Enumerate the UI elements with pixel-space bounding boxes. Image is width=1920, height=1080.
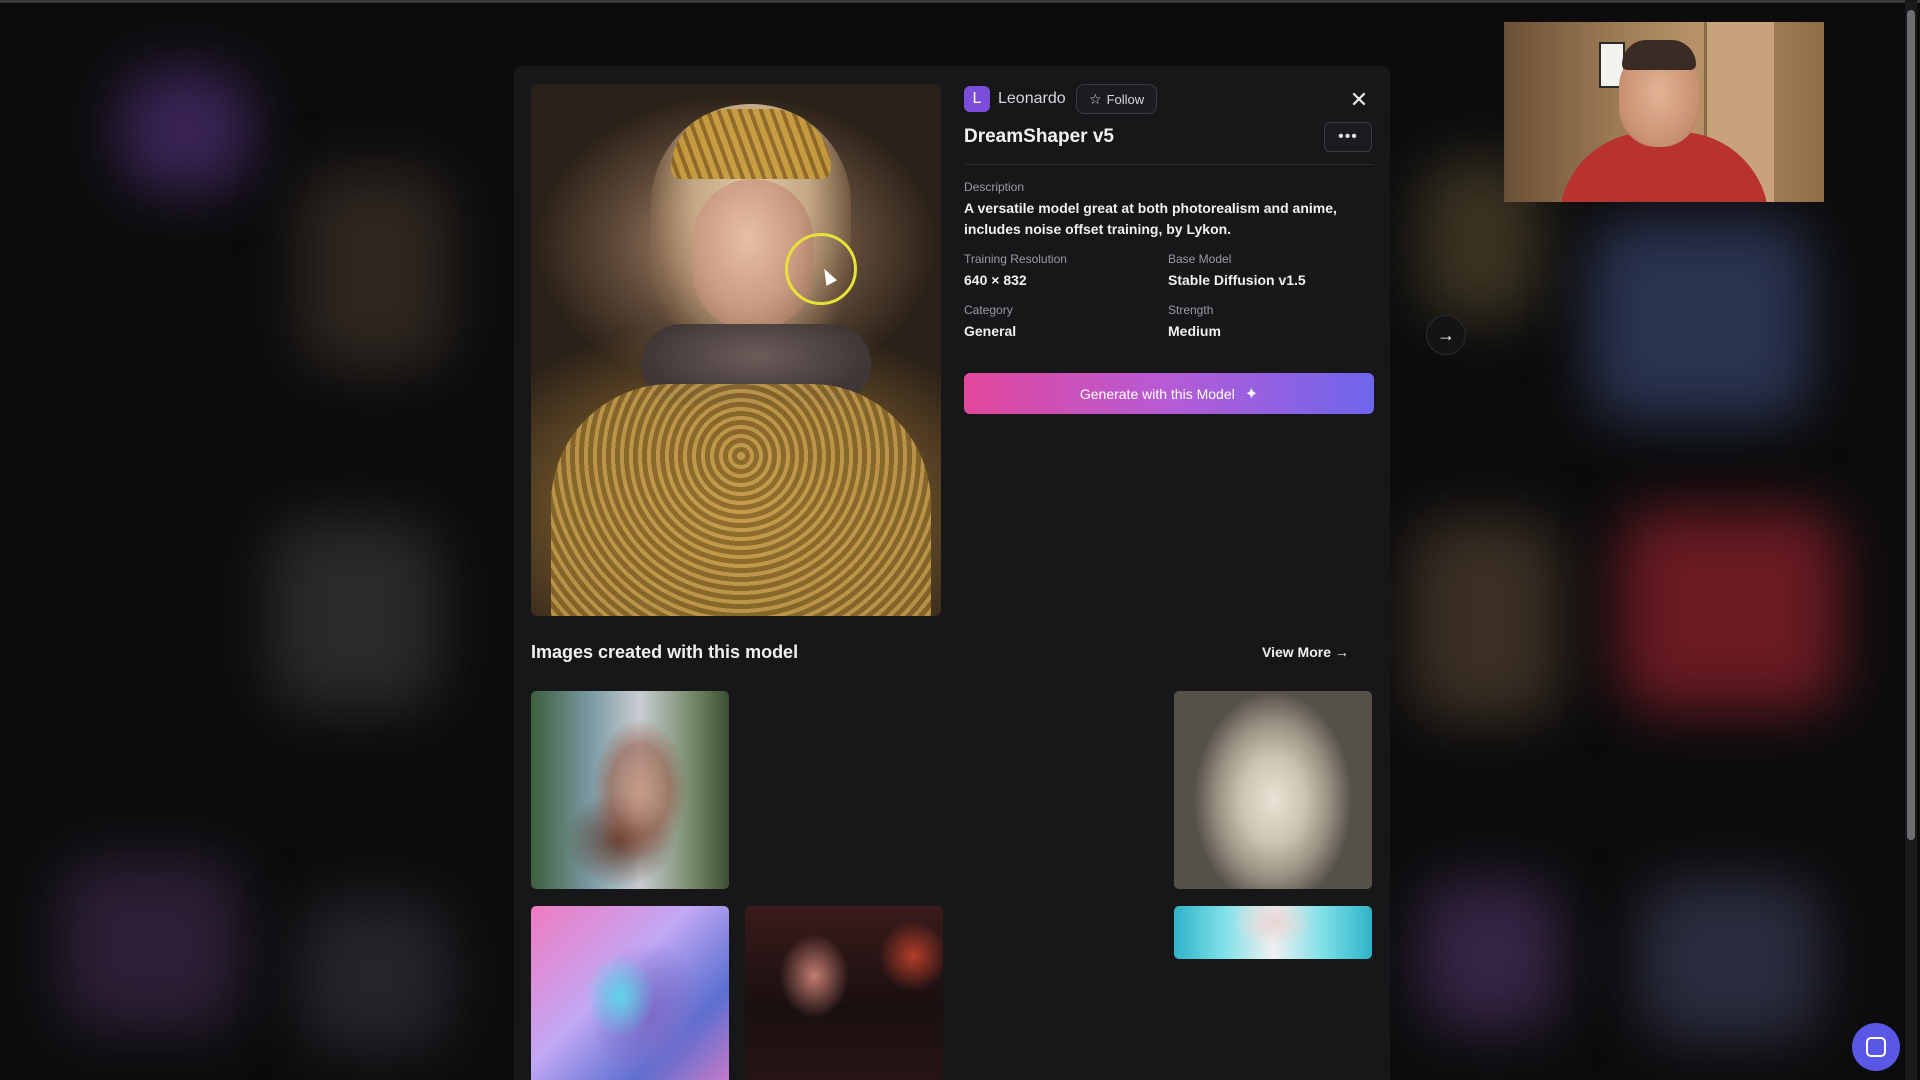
follow-label: Follow <box>1106 91 1145 107</box>
category-value: General <box>964 323 1017 339</box>
header-divider <box>964 164 1374 165</box>
gallery-image[interactable] <box>531 691 729 889</box>
gallery-image[interactable] <box>531 906 729 1080</box>
author-avatar: L <box>964 86 990 112</box>
category-label: Category <box>964 303 1013 317</box>
window-top-border <box>0 0 1920 3</box>
gallery-title: Images created with this model <box>531 642 799 662</box>
generate-with-model-button[interactable]: Generate with this Model ✦ <box>964 373 1374 414</box>
close-button[interactable]: ✕ <box>1347 87 1371 112</box>
strength-value: Medium <box>1168 323 1221 339</box>
cursor-highlight <box>785 233 857 305</box>
training-resolution-value: 640 × 832 <box>964 272 1027 288</box>
gallery-image[interactable] <box>1174 691 1372 889</box>
generate-label: Generate with this Model <box>1079 385 1235 402</box>
chat-icon <box>1866 1037 1886 1057</box>
description-text: A versatile model great at both photorea… <box>964 200 1337 237</box>
model-details-modal: L Leonardo ☆ Follow ✕ DreamShaper v5 •••… <box>514 66 1390 1080</box>
scrollbar-thumb[interactable] <box>1907 10 1915 840</box>
base-model-value: Stable Diffusion v1.5 <box>1168 272 1306 288</box>
sparkle-icon: ✦ <box>1244 385 1259 403</box>
model-title: DreamShaper v5 <box>964 126 1114 147</box>
strength-label: Strength <box>1168 303 1214 317</box>
star-icon: ☆ <box>1089 90 1102 107</box>
support-chat-button[interactable] <box>1852 1023 1900 1071</box>
model-author[interactable]: L Leonardo <box>964 86 1066 112</box>
gallery-image[interactable] <box>745 906 943 1080</box>
more-options-button[interactable]: ••• <box>1324 122 1372 152</box>
training-resolution-label: Training Resolution <box>964 252 1067 266</box>
base-model-label: Base Model <box>1168 252 1232 266</box>
model-preview-image <box>531 84 941 616</box>
gallery-image[interactable] <box>1174 906 1372 959</box>
next-model-button[interactable]: → <box>1426 315 1466 355</box>
description-label: Description <box>964 180 1025 194</box>
follow-button[interactable]: ☆ Follow <box>1076 84 1158 114</box>
view-more-link[interactable]: View More → <box>1262 644 1349 660</box>
page-scrollbar[interactable] <box>1905 0 1917 1080</box>
author-name[interactable]: Leonardo <box>998 90 1066 108</box>
webcam-overlay <box>1504 22 1824 202</box>
